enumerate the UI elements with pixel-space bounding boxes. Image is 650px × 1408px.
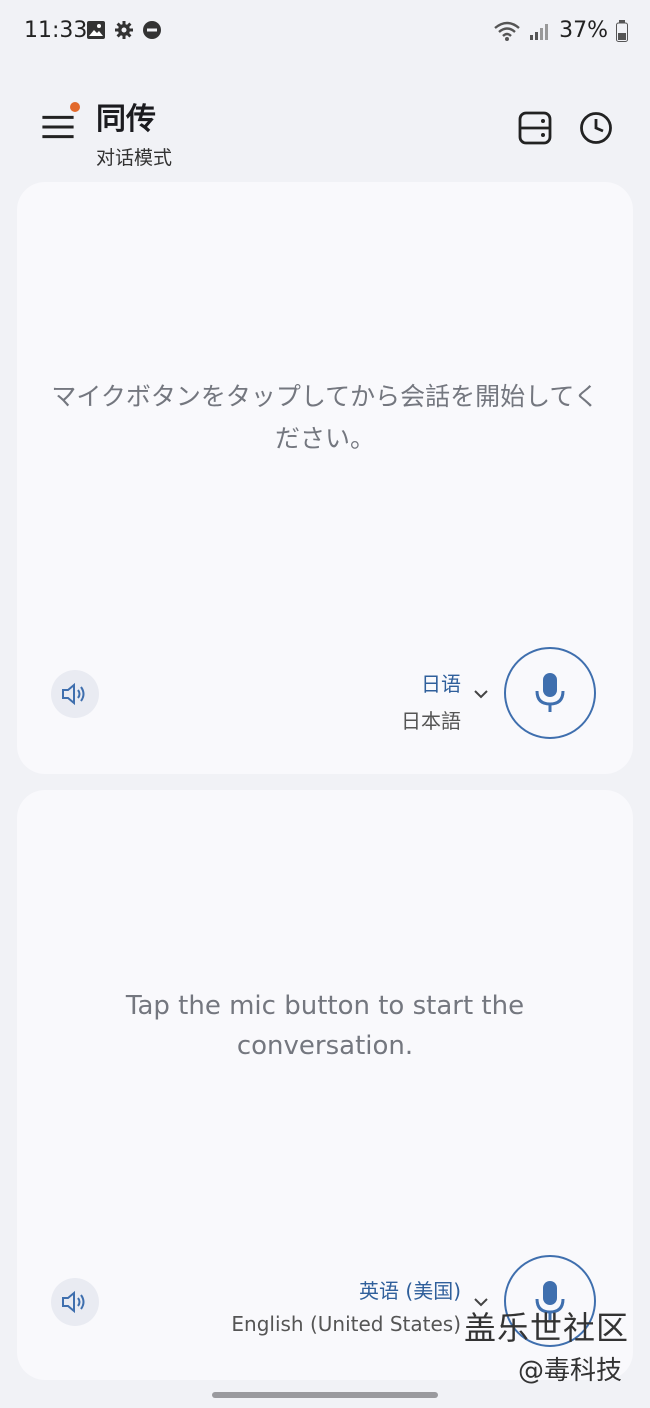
speaker-icon [62,1290,85,1314]
do-not-disturb-icon [143,21,161,39]
language-name: 日语 [421,672,461,696]
signal-icon [530,23,549,40]
history-icon[interactable] [578,110,614,146]
wifi-icon [494,21,520,41]
battery-percent: 37% [559,18,608,43]
home-indicator[interactable] [212,1392,438,1398]
watermark-text: 盖乐世社区 [464,1309,630,1347]
source-language-panel: マイクボタンをタップしてから会話を開始してください。 日语 日本語 [17,182,633,774]
status-bar: 11:33 37% [0,0,650,64]
battery-icon [616,19,628,42]
language-selector[interactable]: 日语 日本語 [401,668,461,734]
language-name: 英语 (美国) [359,1279,461,1303]
page-subtitle: 对话模式 [96,147,173,169]
mic-button[interactable] [504,647,596,739]
speaker-button[interactable] [51,670,99,718]
mic-prompt-text: マイクボタンをタップしてから会話を開始してください。 [51,382,599,453]
speaker-button[interactable] [51,1278,99,1326]
language-native-name: 日本語 [401,709,461,733]
split-view-icon[interactable] [517,110,553,146]
status-time: 11:33 [24,18,88,43]
chevron-down-icon[interactable] [473,688,489,700]
menu-icon[interactable] [40,112,76,142]
language-native-name: English (United States) [231,1312,461,1336]
watermark-handle: @毒科技 [518,1356,623,1386]
mic-prompt-text: Tap the mic button to start the conversa… [125,991,525,1061]
mic-icon [535,673,565,712]
speaker-icon [62,682,85,706]
gallery-icon [87,21,105,39]
notification-dot [70,102,80,112]
settings-icon [115,21,133,39]
page-title: 同传 [96,102,156,137]
target-language-panel: Tap the mic button to start the conversa… [17,790,633,1380]
language-selector[interactable]: 英语 (美国) English (United States) [231,1275,461,1336]
